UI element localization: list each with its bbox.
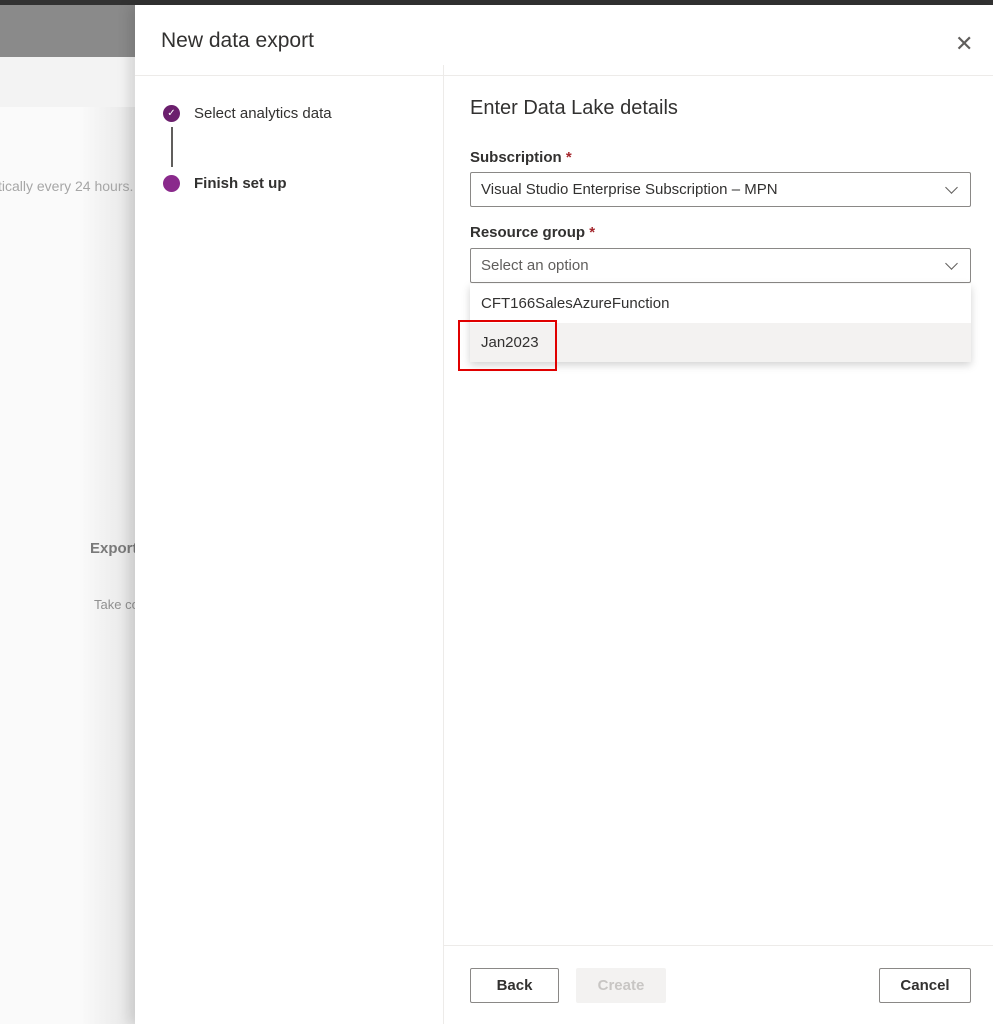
- create-button[interactable]: Create: [576, 968, 666, 1003]
- required-marker: *: [589, 224, 596, 241]
- steps-divider: [443, 65, 444, 1024]
- step-select-analytics-data[interactable]: ✓ Select analytics data: [163, 105, 332, 122]
- background-band: [0, 57, 135, 107]
- background-card-text: Take co: [94, 597, 139, 612]
- subscription-dropdown[interactable]: Visual Studio Enterprise Subscription – …: [470, 172, 971, 207]
- cancel-button[interactable]: Cancel: [879, 968, 971, 1003]
- new-data-export-panel: New data export ✕ ✓ Select analytics dat…: [135, 5, 993, 1024]
- resource-group-label: Resource group *: [470, 224, 595, 241]
- header-divider: [135, 75, 993, 76]
- back-button[interactable]: Back: [470, 968, 559, 1003]
- resource-group-dropdown[interactable]: Select an option: [470, 248, 971, 283]
- required-marker: *: [565, 149, 572, 166]
- label-text: Resource group: [470, 224, 586, 241]
- label-text: Subscription: [470, 149, 562, 166]
- resource-group-placeholder: Select an option: [481, 257, 589, 274]
- background-card-title: Export: [90, 540, 138, 557]
- step-connector: [171, 127, 173, 167]
- step-label: Finish set up: [194, 175, 287, 192]
- background-header: [0, 5, 135, 57]
- highlight-box: [458, 320, 557, 371]
- chevron-down-icon: [945, 256, 958, 270]
- panel-title: New data export: [161, 29, 314, 52]
- close-icon[interactable]: ✕: [955, 31, 973, 57]
- step-label: Select analytics data: [194, 105, 332, 122]
- subscription-label: Subscription *: [470, 149, 572, 166]
- chevron-down-icon: [945, 180, 958, 194]
- current-step-icon: [163, 175, 180, 192]
- background-hint: tically every 24 hours.: [0, 178, 134, 194]
- step-finish-set-up[interactable]: Finish set up: [163, 175, 287, 192]
- option-cft166salesazurefunction[interactable]: CFT166SalesAzureFunction: [470, 284, 971, 323]
- section-heading: Enter Data Lake details: [470, 97, 678, 119]
- subscription-value: Visual Studio Enterprise Subscription – …: [481, 181, 778, 198]
- background-page: [0, 107, 135, 1024]
- footer-divider: [443, 945, 993, 946]
- check-icon: ✓: [163, 105, 180, 122]
